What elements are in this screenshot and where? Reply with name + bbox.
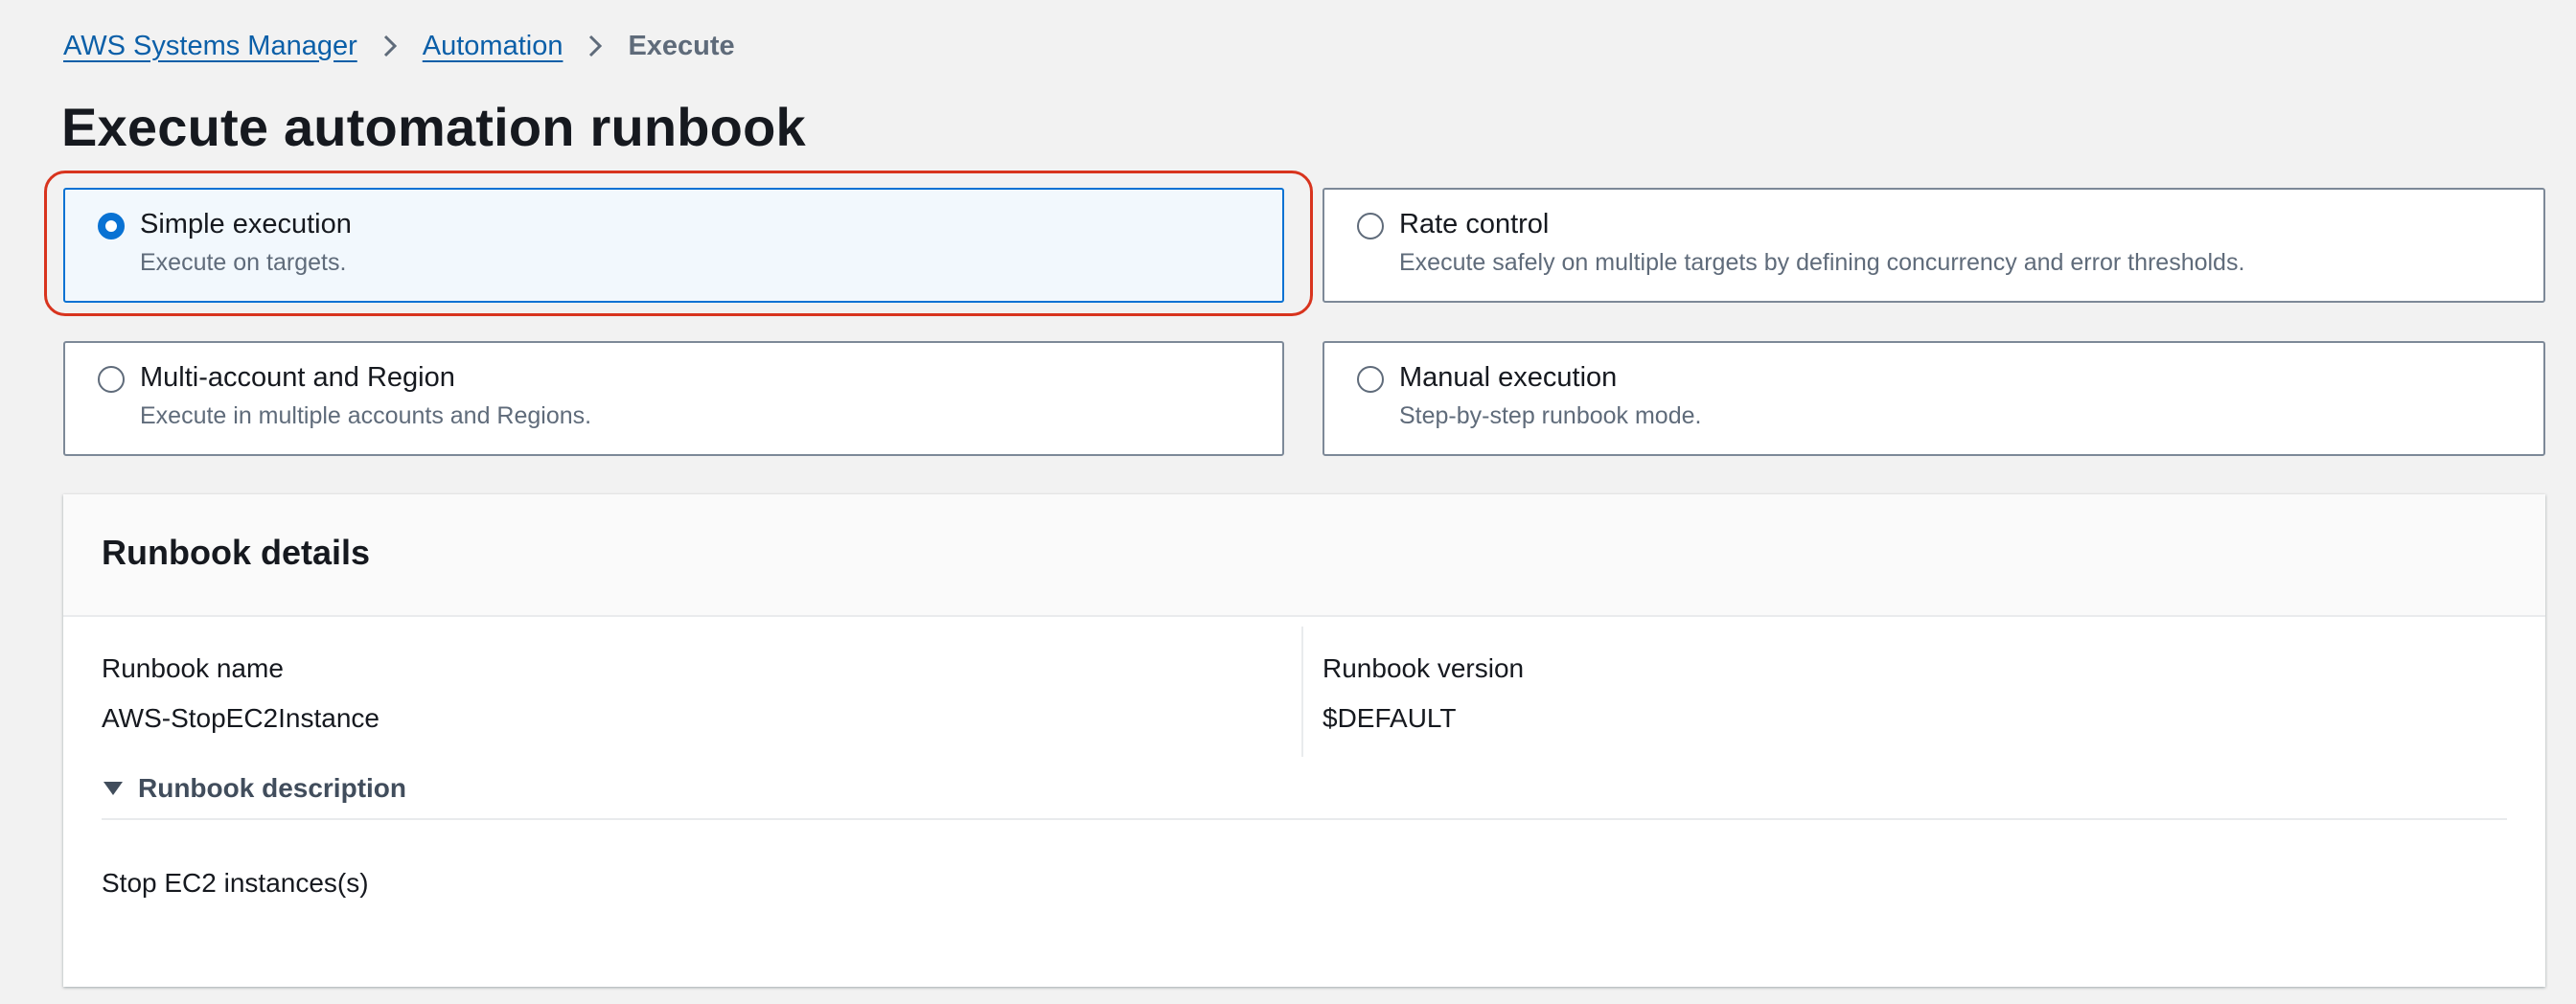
option-title: Multi-account and Region: [140, 362, 455, 393]
chevron-right-icon: [369, 27, 411, 65]
execution-option-multi-account[interactable]: Multi-account and Region Execute in mult…: [63, 341, 1284, 456]
runbook-name-value: AWS-StopEC2Instance: [102, 703, 380, 733]
breadcrumb-current: Execute: [628, 30, 735, 61]
runbook-details-panel: Runbook details Runbook name AWS-StopEC2…: [63, 494, 2545, 987]
panel-header: Runbook details: [63, 494, 2545, 617]
runbook-description-text: Stop EC2 instances(s): [102, 868, 369, 898]
runbook-name-label: Runbook name: [102, 653, 284, 683]
radio-unselected-icon[interactable]: [1357, 213, 1384, 240]
page-title: Execute automation runbook: [61, 97, 806, 157]
runbook-version-label: Runbook version: [1322, 653, 1525, 683]
option-title: Rate control: [1399, 209, 1550, 240]
caret-down-icon: [102, 777, 125, 800]
option-description: Execute safely on multiple targets by de…: [1399, 249, 2245, 276]
option-title: Manual execution: [1399, 362, 1618, 393]
option-title: Simple execution: [140, 209, 352, 240]
column-divider: [1301, 627, 1303, 757]
divider: [102, 818, 2507, 820]
radio-unselected-icon[interactable]: [1357, 366, 1384, 393]
runbook-version-value: $DEFAULT: [1322, 703, 1457, 733]
option-description: Execute on targets.: [140, 249, 347, 276]
execution-option-manual[interactable]: Manual execution Step-by-step runbook mo…: [1322, 341, 2545, 456]
chevron-right-icon: [574, 27, 616, 65]
breadcrumb-systems-manager[interactable]: AWS Systems Manager: [63, 31, 357, 62]
option-description: Step-by-step runbook mode.: [1399, 402, 1702, 429]
runbook-description-toggle[interactable]: Runbook description: [102, 764, 406, 812]
breadcrumb-automation[interactable]: Automation: [423, 31, 564, 62]
panel-title: Runbook details: [102, 533, 371, 572]
runbook-description-label: Runbook description: [138, 773, 406, 803]
breadcrumb: AWS Systems Manager Automation Execute: [63, 27, 735, 65]
option-description: Execute in multiple accounts and Regions…: [140, 402, 592, 429]
page: AWS Systems Manager Automation Execute E…: [0, 0, 2576, 1004]
radio-unselected-icon[interactable]: [98, 366, 125, 393]
radio-selected-icon[interactable]: [98, 213, 125, 240]
execution-option-rate-control[interactable]: Rate control Execute safely on multiple …: [1322, 188, 2545, 303]
execution-option-simple[interactable]: Simple execution Execute on targets.: [63, 188, 1284, 303]
